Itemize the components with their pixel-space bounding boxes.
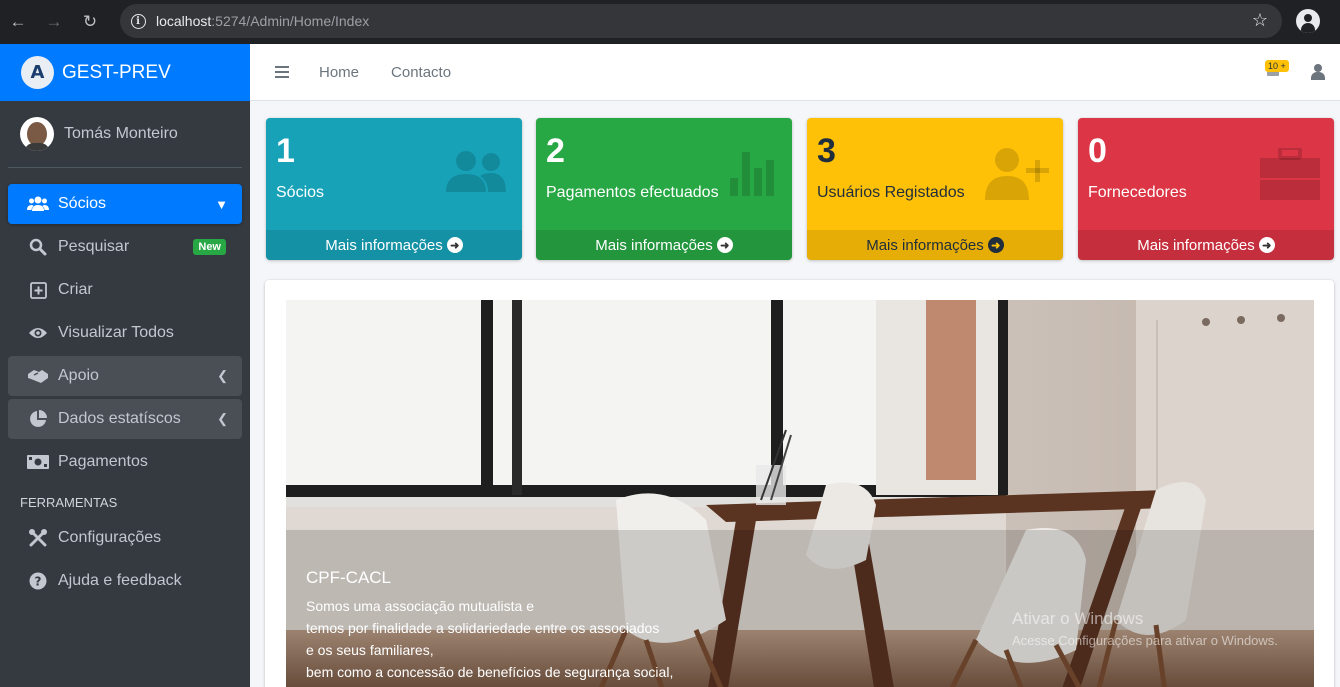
stat-label: Fornecedores xyxy=(1088,184,1187,201)
question-circle-icon: ? xyxy=(26,572,50,590)
stat-value: 0 xyxy=(1088,132,1107,170)
avatar xyxy=(20,117,54,151)
more-info-label: Mais informações xyxy=(1137,236,1255,254)
sidebar-item-label: Apoio xyxy=(58,367,99,384)
money-bill-icon xyxy=(26,455,50,469)
address-bar[interactable]: i localhost:5274/Admin/Home/Index ☆ xyxy=(120,4,1282,38)
url-path: :5274/Admin/Home/Index xyxy=(211,13,370,29)
url-host: localhost xyxy=(156,13,212,29)
sidebar-item-configuracoes[interactable]: Configurações xyxy=(8,518,242,558)
carousel-caption: CPF-CACL Somos uma associação mutualista… xyxy=(306,568,673,683)
brand-logo-letter: A xyxy=(30,62,45,83)
sidebar-item-socios[interactable]: Sócios ▼ xyxy=(8,184,242,224)
briefcase-icon xyxy=(1260,148,1320,200)
browser-toolbar: ← → ↻ i localhost:5274/Admin/Home/Index … xyxy=(0,0,1340,44)
chevron-left-icon: ❮ xyxy=(217,411,228,426)
new-badge: New xyxy=(193,239,226,255)
stat-value: 1 xyxy=(276,132,295,170)
sidebar-item-label: Dados estatíscos xyxy=(58,410,181,427)
sidebar-item-label: Ajuda e feedback xyxy=(58,572,182,589)
chevron-down-icon: ▼ xyxy=(215,196,228,212)
sidebar-item-apoio[interactable]: Apoio ❮ xyxy=(8,356,242,396)
hamburger-menu-icon[interactable] xyxy=(275,63,289,81)
top-navbar: Home Contacto 10 + xyxy=(250,44,1340,101)
stat-label: Sócios xyxy=(276,184,325,201)
arrow-circle-right-icon: ➜ xyxy=(987,237,1004,253)
more-info-link[interactable]: Mais informações ➜ xyxy=(536,230,792,260)
sidebar-item-pesquisar[interactable]: Pesquisar New xyxy=(8,227,242,267)
nav-link-contacto[interactable]: Contacto xyxy=(391,64,451,81)
nav-link-home[interactable]: Home xyxy=(319,64,359,81)
user-plus-icon xyxy=(985,148,1049,200)
back-icon[interactable]: ← xyxy=(0,0,36,44)
user-name[interactable]: Tomás Monteiro xyxy=(64,125,178,143)
forward-icon[interactable]: → xyxy=(36,0,72,44)
brand-link[interactable]: A GEST-PREV xyxy=(0,44,250,101)
sidebar-item-label: Sócios xyxy=(58,195,107,212)
brand-name: GEST-PREV xyxy=(62,61,171,83)
notification-badge: 10 + xyxy=(1265,60,1289,72)
sidebar: A GEST-PREV Tomás Monteiro Sócios ▼ Pesq… xyxy=(0,44,250,687)
sidebar-item-criar[interactable]: Criar xyxy=(8,270,242,310)
brand-logo: A xyxy=(21,56,54,89)
caption-title: CPF-CACL xyxy=(306,568,392,587)
stat-value: 2 xyxy=(546,132,565,170)
caption-line: temos por finalidade a solidariedade ent… xyxy=(306,620,660,636)
search-icon xyxy=(26,238,50,256)
sidebar-item-dados-estatisticos[interactable]: Dados estatíscos ❮ xyxy=(8,399,242,439)
plus-square-icon xyxy=(26,281,50,299)
chevron-left-icon: ❮ xyxy=(217,368,228,383)
users-icon xyxy=(26,196,50,212)
user-panel[interactable]: Tomás Monteiro xyxy=(8,101,242,168)
sidebar-item-label: Configurações xyxy=(58,529,162,546)
sidebar-item-label: Pagamentos xyxy=(58,453,148,470)
arrow-circle-right-icon: ➜ xyxy=(1258,237,1275,253)
stat-box-pagamentos: 2 Pagamentos efectuados Mais informações… xyxy=(536,118,792,260)
stat-box-socios: 1 Sócios Mais informações ➜ xyxy=(266,118,522,260)
stat-box-usuarios: 3 Usuários Registados Mais informações ➜ xyxy=(807,118,1063,260)
arrow-circle-right-icon: ➜ xyxy=(716,237,733,253)
url-text[interactable]: localhost:5274/Admin/Home/Index xyxy=(156,13,369,29)
handshake-icon xyxy=(26,368,50,384)
bookmark-star-icon[interactable]: ☆ xyxy=(1252,10,1268,31)
arrow-circle-right-icon: ➜ xyxy=(446,237,463,253)
stat-box-fornecedores: 0 Fornecedores Mais informações ➜ xyxy=(1078,118,1334,260)
more-info-label: Mais informações xyxy=(325,236,443,254)
more-info-link[interactable]: Mais informações ➜ xyxy=(807,230,1063,260)
watermark-subtitle: Acesse Configurações para ativar o Windo… xyxy=(1012,633,1278,648)
reload-icon[interactable]: ↻ xyxy=(72,0,108,44)
profile-icon[interactable] xyxy=(1296,9,1320,33)
tools-icon xyxy=(26,529,50,547)
sidebar-menu: Sócios ▼ Pesquisar New Criar Visualizar … xyxy=(0,184,250,601)
more-info-label: Mais informações xyxy=(866,236,984,254)
sidebar-item-visualizar-todos[interactable]: Visualizar Todos xyxy=(8,313,242,353)
tools-header: FERRAMENTAS xyxy=(20,495,118,510)
caption-line: bem como a concessão de benefícios de se… xyxy=(306,664,674,680)
sidebar-item-pagamentos[interactable]: Pagamentos xyxy=(8,442,242,482)
stat-label: Usuários Registados xyxy=(817,184,965,201)
eye-icon xyxy=(26,326,50,340)
stat-label: Pagamentos efectuados xyxy=(546,184,719,201)
more-info-label: Mais informações xyxy=(595,236,713,254)
watermark-title: Ativar o Windows xyxy=(1012,609,1144,628)
svg-text:?: ? xyxy=(35,575,42,589)
sidebar-item-label: Criar xyxy=(58,281,93,298)
sidebar-item-ajuda[interactable]: ? Ajuda e feedback xyxy=(8,561,242,601)
sidebar-item-label: Visualizar Todos xyxy=(58,324,174,341)
caption-line: e os seus familiares, xyxy=(306,642,434,658)
more-info-link[interactable]: Mais informações ➜ xyxy=(266,230,522,260)
windows-activation-watermark: Ativar o Windows Acesse Configurações pa… xyxy=(1012,609,1278,648)
sidebar-item-label: Pesquisar xyxy=(58,238,130,255)
site-info-icon[interactable]: i xyxy=(120,13,156,29)
more-info-link[interactable]: Mais informações ➜ xyxy=(1078,230,1334,260)
pie-chart-icon xyxy=(26,410,50,428)
caption-line: Somos uma associação mutualista e xyxy=(306,598,534,614)
user-menu-icon[interactable] xyxy=(1311,64,1325,80)
stat-value: 3 xyxy=(817,132,836,170)
users-icon xyxy=(446,151,506,192)
bar-chart-icon xyxy=(730,152,774,196)
